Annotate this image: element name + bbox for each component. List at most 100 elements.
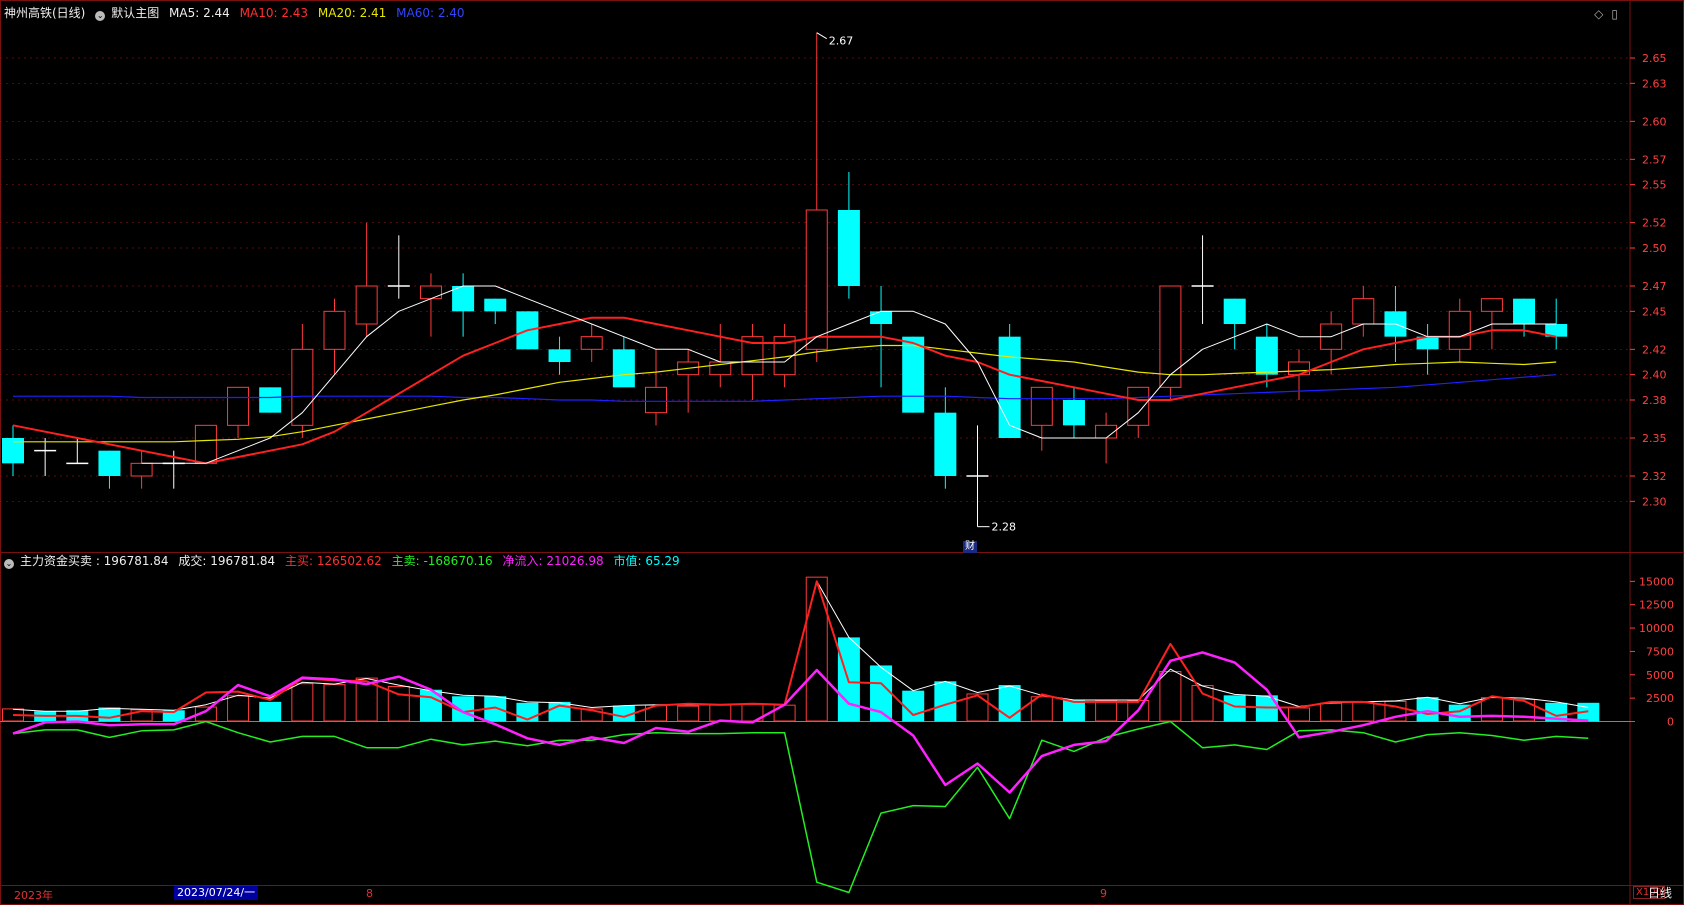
stock-title[interactable]: 神州高铁(日线) <box>4 6 85 20</box>
candle-body <box>870 311 893 324</box>
candle-body <box>612 349 635 388</box>
price-tick-label: 2.38 <box>1642 394 1667 407</box>
fund-bars[interactable] <box>0 576 1630 722</box>
fund-bar <box>1352 701 1375 722</box>
fund-tick-label: 12500 <box>1639 599 1674 612</box>
fund-bar <box>98 707 121 722</box>
price-tick-label: 2.40 <box>1642 369 1667 382</box>
fund-tick-label: 2500 <box>1646 692 1674 705</box>
price-tick-label: 2.57 <box>1642 153 1667 166</box>
candle-body <box>805 209 828 350</box>
candle-body <box>291 348 314 426</box>
candle-body <box>1480 298 1503 312</box>
time-label-year: 2023年 <box>14 889 53 902</box>
price-tick-label: 2.52 <box>1642 217 1667 230</box>
main-buy-value: 主买: 126502.62 <box>285 554 382 568</box>
finance-badge[interactable]: 财 <box>963 541 977 553</box>
high-label: 2.67 <box>829 35 854 48</box>
candle-body <box>1127 386 1150 426</box>
fund-bar <box>1223 695 1246 722</box>
indicator-menu-icon[interactable]: ⌄ <box>4 559 14 569</box>
price-tick-label: 2.63 <box>1642 77 1667 90</box>
candle-body <box>355 285 378 325</box>
price-tick-label: 2.30 <box>1642 495 1667 508</box>
low-label: 2.28 <box>992 521 1017 534</box>
price-tick-label: 2.47 <box>1642 280 1667 293</box>
sub-header: ⌄ 主力资金买卖 : 196781.84 成交: 196781.84 主买: 12… <box>4 554 686 569</box>
settings-circle-icon[interactable]: ⌄ <box>95 11 106 21</box>
candle-body <box>1448 310 1471 350</box>
outer-frame <box>0 0 1684 905</box>
fund-bar <box>1062 700 1085 722</box>
period-button[interactable]: 日线 <box>1648 884 1672 901</box>
diamond-icon[interactable]: ◇ <box>1594 7 1603 21</box>
candle-body <box>323 310 346 350</box>
ma5-value: MA5: 2.44 <box>169 6 230 20</box>
candlesticks[interactable] <box>2 32 1568 527</box>
fund-bar <box>709 704 732 722</box>
candle-body <box>130 462 153 477</box>
candle-body <box>902 336 925 413</box>
fund-bar <box>1320 702 1343 722</box>
fund-bar <box>998 685 1021 722</box>
candle-body <box>1255 336 1278 375</box>
candle-body <box>98 450 121 476</box>
fund-bar <box>1191 685 1214 722</box>
main-chart-label[interactable]: 默认主图 <box>111 6 159 20</box>
candle-body <box>934 412 957 476</box>
high-pointer <box>816 32 828 40</box>
stock-chart[interactable]: 2.30 2.32 2.35 2.38 2.40 2.42 2.45 2.47 2.50 2.52… <box>0 0 1684 905</box>
candle-body <box>837 210 860 286</box>
fund-lines <box>12 580 1589 894</box>
main-header: 神州高铁(日线) ⌄ 默认主图 MA5: 2.44 MA10: 2.43 MA20… <box>4 6 471 21</box>
net-inflow-value: 净流入: 21026.98 <box>502 554 604 568</box>
fund-tick-label: 15000 <box>1639 575 1674 588</box>
fund-tick-label: 10000 <box>1639 622 1674 635</box>
price-tick-label: 2.50 <box>1642 242 1667 255</box>
fund-bar <box>291 683 314 722</box>
market-value: 市值: 65.29 <box>613 554 680 568</box>
fund-bar <box>1095 700 1118 722</box>
ma10-value: MA10: 2.43 <box>239 6 309 20</box>
indicator-title[interactable]: 主力资金买卖 : 196781.84 <box>20 554 169 568</box>
net-inflow-line <box>12 651 1589 794</box>
price-tick-label: 2.32 <box>1642 470 1667 483</box>
candle-body <box>580 336 603 350</box>
main-sell-line <box>12 720 1589 894</box>
fund-bar <box>227 695 250 722</box>
main-buy-line <box>12 580 1589 721</box>
fund-tick-label: 7500 <box>1646 645 1674 658</box>
price-tick-label: 2.35 <box>1642 432 1667 445</box>
candle-body <box>1062 400 1085 426</box>
fund-bar <box>805 576 828 722</box>
price-tick-label: 2.65 <box>1642 52 1667 65</box>
candle-body <box>998 336 1021 438</box>
fund-bar <box>1480 697 1503 722</box>
fund-bar <box>1416 697 1439 722</box>
fund-bar <box>1288 707 1310 722</box>
candle-body <box>1513 298 1536 324</box>
candle-body <box>194 424 217 464</box>
candle-body <box>1159 285 1182 388</box>
candle-body <box>1352 298 1375 325</box>
chart-frame <box>0 0 1684 905</box>
time-label-sep: 9 <box>1100 887 1107 900</box>
price-axis: 2.30 2.32 2.35 2.38 2.40 2.42 2.45 2.47 2.50 2.52… <box>1630 52 1667 508</box>
fund-tick-label: 0 <box>1667 715 1674 728</box>
window-icons: ◇ ▯ <box>1586 7 1618 21</box>
candle-body <box>419 285 442 300</box>
fund-tick-label: 5000 <box>1646 669 1674 682</box>
price-tick-label: 2.60 <box>1642 115 1667 128</box>
candle-body <box>484 298 507 312</box>
candle-body <box>227 386 250 426</box>
candle-body <box>259 387 282 413</box>
candle-body <box>452 286 475 312</box>
price-tick-label: 2.55 <box>1642 179 1667 192</box>
date-cursor-label: 2023/07/24/一 <box>174 886 259 900</box>
candle-body <box>548 349 571 362</box>
price-tick-label: 2.45 <box>1642 305 1667 318</box>
collapse-icon[interactable]: ▯ <box>1611 7 1618 21</box>
main-sell-value: 主卖: -168670.16 <box>391 554 493 568</box>
fund-bar <box>323 684 346 722</box>
candle-body <box>1223 298 1246 324</box>
